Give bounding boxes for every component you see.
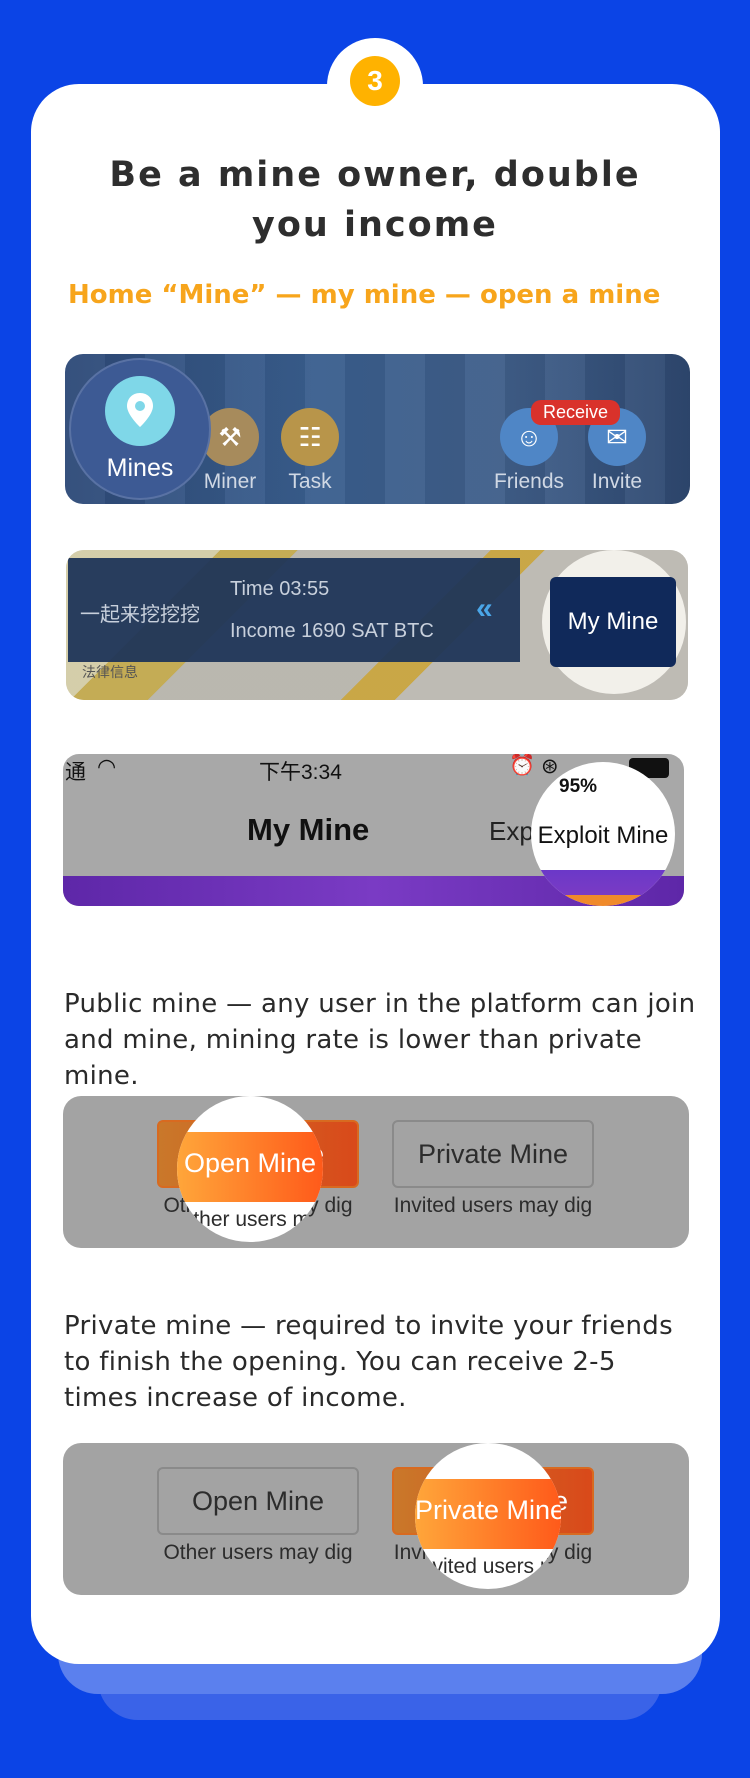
private-mine-caption: Invited users may dig xyxy=(393,1194,593,1217)
nav-label-invite: Invite xyxy=(591,470,643,493)
nav-item-mines-highlight[interactable]: Mines xyxy=(69,358,211,500)
open-mine-spotlight: Open Mine Other users may xyxy=(177,1096,323,1242)
battery-percent: 95% xyxy=(559,776,598,797)
alarm-icon: ⏰ xyxy=(509,754,536,777)
nav-label-friends: Friends xyxy=(493,470,565,493)
page-title: Be a mine owner, double you income xyxy=(109,155,641,245)
nav-label-mines: Mines xyxy=(106,453,174,482)
open-mine-button[interactable]: Open Mine xyxy=(157,1467,359,1535)
spotlight-caption: Invited users may xyxy=(415,1555,561,1578)
navigation-hint: Home “Mine” — my mine — open a mine xyxy=(68,280,661,310)
home-nav-screenshot: ⚒ Miner ☷ Task ☺ Friends ✉ Invite Receiv… xyxy=(65,354,690,504)
exploit-mine-button[interactable]: Exploit Mine xyxy=(531,822,675,850)
private-mine-choice-screenshot: Open Mine Other users may dig Private Mi… xyxy=(63,1443,689,1595)
nav-label-miner: Miner xyxy=(203,470,257,493)
public-mine-description: Public mine — any user in the platform c… xyxy=(64,989,696,1091)
mining-time: Time 03:55 xyxy=(230,578,330,600)
my-mine-button[interactable]: My Mine xyxy=(550,577,676,667)
exploit-mine-spotlight: 95% Exploit Mine xyxy=(531,762,675,906)
receive-badge: Receive xyxy=(531,400,621,425)
exploit-label-partial: Exp xyxy=(489,816,534,846)
private-mine-button[interactable]: Private Mine xyxy=(392,1120,594,1188)
wifi-icon: ◠ xyxy=(97,754,117,779)
legal-info-link[interactable]: 法律信息 xyxy=(82,662,138,682)
double-chevron-left-icon[interactable]: « xyxy=(476,592,493,626)
carrier-label: 通 xyxy=(65,761,86,784)
nav-label-task: Task xyxy=(288,470,332,493)
map-screenshot: 一起来挖挖挖 Time 03:55 Income 1690 SAT BTC 法律… xyxy=(66,550,688,700)
spotlight-label[interactable]: Open Mine xyxy=(177,1148,323,1179)
map-slogan: 一起来挖挖挖 xyxy=(80,604,200,626)
status-time: 下午3:34 xyxy=(259,761,342,784)
step-number-badge: 3 xyxy=(350,56,400,106)
my-mine-title: My Mine xyxy=(247,812,370,847)
map-pin-icon xyxy=(105,375,175,446)
my-mine-header-screenshot: 通 ◠ 下午3:34 ⏰ ⊛ My Mine Exp 95% Exploit M… xyxy=(63,754,684,906)
task-icon: ☷ xyxy=(281,408,339,466)
spotlight-caption: Other users may xyxy=(177,1208,323,1231)
mining-income: Income 1690 SAT BTC xyxy=(230,620,434,642)
public-mine-choice-screenshot: Open Mine Other users may dig Private Mi… xyxy=(63,1096,689,1248)
private-mine-description: Private mine — required to invite your f… xyxy=(64,1311,673,1413)
rotation-lock-icon: ⊛ xyxy=(541,755,559,778)
nav-item-task[interactable]: ☷ Task xyxy=(270,408,350,494)
spotlight-banner xyxy=(531,870,675,906)
open-mine-caption: Other users may dig xyxy=(163,1541,353,1564)
spotlight-label[interactable]: Private Mine xyxy=(415,1495,561,1526)
private-mine-spotlight: Private Mine Invited users may xyxy=(415,1443,561,1589)
